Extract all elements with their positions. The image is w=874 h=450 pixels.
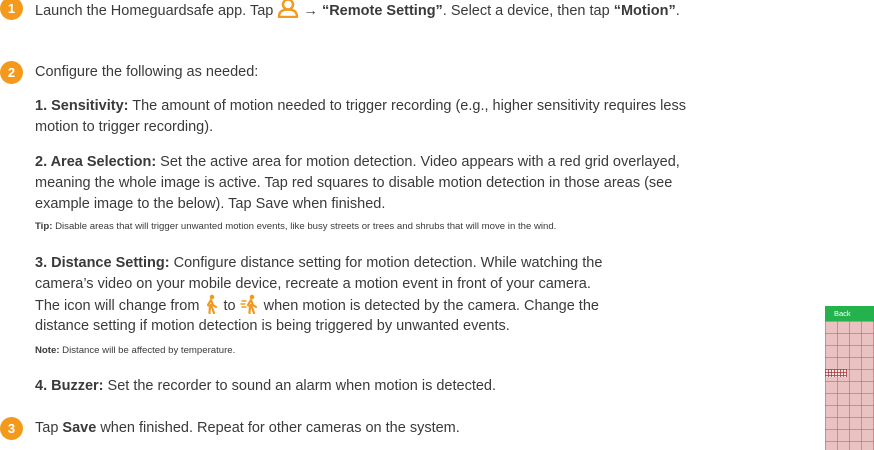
phone-header-bar: Back bbox=[825, 306, 874, 321]
sensitivity-line-2: motion to trigger recording). bbox=[35, 119, 214, 135]
step-number-badge: 2 bbox=[0, 61, 23, 84]
area-line-3: example image to the below). Tap Save wh… bbox=[35, 196, 386, 212]
step-1-text: Launch the Homeguardsafe app. Tap → “Rem… bbox=[35, 0, 680, 21]
motion-area-grid[interactable] bbox=[825, 321, 874, 450]
area-line-2: meaning the whole image is active. Tap r… bbox=[35, 175, 673, 191]
step-1-text-c: . bbox=[675, 2, 680, 19]
step-1-motion: “Motion” bbox=[613, 2, 676, 19]
step-number-badge: 3 bbox=[0, 417, 23, 440]
note-body: Distance will be affected by temperature… bbox=[59, 345, 236, 356]
walking-person-icon bbox=[203, 294, 219, 315]
step-3-text-a: Tap bbox=[35, 420, 59, 436]
tip-body: Disable areas that will trigger unwanted… bbox=[52, 221, 557, 232]
step-1-text-a: Launch the Homeguardsafe app. Tap bbox=[35, 2, 274, 19]
phone-preview: Back bbox=[825, 306, 874, 450]
sensitivity-title: 1. Sensitivity: bbox=[35, 98, 129, 114]
distance-text-3a: The icon will change from bbox=[35, 297, 200, 314]
note-label: Note: bbox=[35, 345, 60, 356]
distance-text-3b: to bbox=[223, 297, 236, 314]
buzzer-line-1: 4. Buzzer: Set the recorder to sound an … bbox=[35, 377, 496, 395]
distance-title: 3. Distance Setting: bbox=[35, 255, 170, 271]
step-3-text-b: when finished. Repeat for other cameras … bbox=[96, 420, 460, 436]
motion-person-icon bbox=[239, 294, 260, 315]
step-3-save: Save bbox=[62, 420, 97, 436]
sensitivity-line-1: 1. Sensitivity: The amount of motion nee… bbox=[35, 97, 686, 115]
disabled-area-cells[interactable] bbox=[825, 369, 847, 377]
area-title: 2. Area Selection: bbox=[35, 154, 157, 170]
buzzer-text-1: Set the recorder to sound an alarm when … bbox=[103, 378, 497, 394]
distance-line-1: 3. Distance Setting: Configure distance … bbox=[35, 254, 602, 272]
step-number-badge: 1 bbox=[0, 0, 23, 20]
step-1-text-b: . Select a device, then tap bbox=[442, 2, 610, 19]
tip-text: Tip: Disable areas that will trigger unw… bbox=[35, 220, 556, 233]
step-2-intro: Configure the following as needed: bbox=[35, 64, 259, 80]
step-3-text: Tap Save when finished. Repeat for other… bbox=[35, 419, 460, 437]
note-text: Note: Distance will be affected by tempe… bbox=[35, 344, 235, 357]
distance-line-4: distance setting if motion detection is … bbox=[35, 318, 510, 334]
distance-text-3c: when motion is detected by the camera. C… bbox=[263, 297, 599, 314]
sensitivity-text-1: The amount of motion needed to trigger r… bbox=[128, 98, 686, 114]
area-line-1: 2. Area Selection: Set the active area f… bbox=[35, 153, 680, 171]
back-button[interactable]: Back bbox=[834, 309, 851, 318]
arrow-icon: → bbox=[303, 2, 318, 19]
distance-line-2: camera’s video on your mobile device, re… bbox=[35, 276, 591, 292]
distance-line-3: The icon will change from to when motion… bbox=[35, 294, 599, 316]
area-text-1: Set the active area for motion detection… bbox=[156, 154, 680, 170]
buzzer-title: 4. Buzzer: bbox=[35, 378, 104, 394]
user-icon bbox=[277, 0, 299, 19]
step-1-remote-setting: “Remote Setting” bbox=[321, 2, 443, 19]
distance-text-1: Configure distance setting for motion de… bbox=[169, 255, 603, 271]
tip-label: Tip: bbox=[35, 221, 53, 232]
